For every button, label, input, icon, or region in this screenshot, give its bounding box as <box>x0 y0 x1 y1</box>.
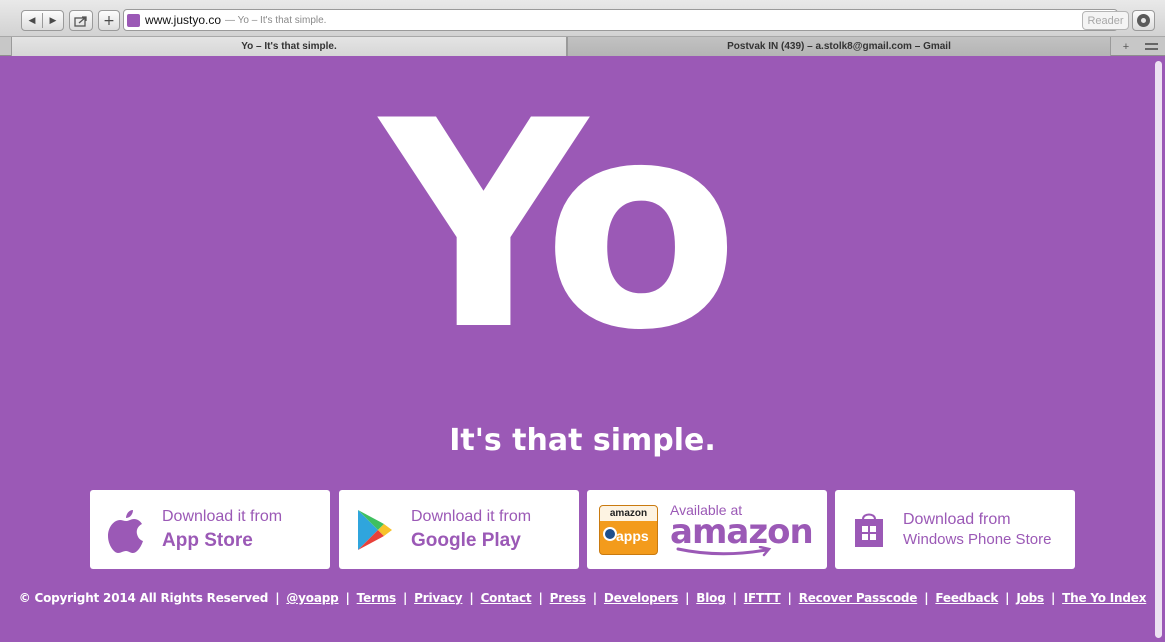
amazon-apps-bottom-text: apps <box>616 527 649 544</box>
amazon-badge[interactable]: amazon apps Available at amazon <box>587 490 827 569</box>
copyright-text: © Copyright 2014 All Rights Reserved <box>18 591 269 605</box>
badge-line2: amazon <box>670 511 814 552</box>
tab-gmail[interactable]: Postvak IN (439) – a.stolk8@gmail.com – … <box>567 37 1111 56</box>
footer-separator: | <box>275 591 280 605</box>
back-forward-buttons: ◀ ▶ <box>21 10 64 31</box>
footer-separator: | <box>1005 591 1010 605</box>
add-bookmark-button[interactable]: + <box>98 10 120 31</box>
new-tab-button[interactable]: + <box>1115 37 1137 56</box>
windows-phone-text: Download from Windows Phone Store <box>903 511 1051 548</box>
address-bar[interactable]: www.justyo.co — Yo – It's that simple. <box>123 9 1118 31</box>
share-button[interactable] <box>69 10 93 31</box>
footer: © Copyright 2014 All Rights Reserved | @… <box>0 591 1165 605</box>
footer-separator: | <box>345 591 350 605</box>
badge-line2: Google Play <box>411 529 521 551</box>
footer-link-press[interactable]: Press <box>550 591 586 605</box>
tagline: It's that simple. <box>449 423 716 458</box>
footer-link-ifttt[interactable]: IFTTT <box>744 591 781 605</box>
share-icon <box>74 15 87 27</box>
amazon-apps-box: amazon apps <box>599 504 658 555</box>
app-store-text: Download it from App Store <box>162 508 282 552</box>
reader-button[interactable]: Reader <box>1082 11 1129 30</box>
app-store-badge[interactable]: Download it from App Store <box>90 490 330 569</box>
footer-link-terms[interactable]: Terms <box>357 591 396 605</box>
footer-link-yoapp[interactable]: @yoapp <box>286 591 338 605</box>
badge-line1: Download it from <box>411 507 532 525</box>
windows-phone-badge[interactable]: Download from Windows Phone Store <box>835 490 1075 569</box>
url-page-title: — Yo – It's that simple. <box>225 14 327 26</box>
amazon-apps-icon: amazon apps <box>587 504 670 555</box>
footer-link-blog[interactable]: Blog <box>696 591 725 605</box>
footer-separator: | <box>1050 591 1056 605</box>
amazon-text: Available at amazon <box>670 502 814 558</box>
downloads-icon <box>1137 14 1150 27</box>
badge-line1: Download from <box>903 511 1011 528</box>
footer-link-developers[interactable]: Developers <box>604 591 678 605</box>
tab-yo[interactable]: Yo – It's that simple. <box>11 37 567 56</box>
google-play-text: Download it from Google Play <box>411 508 531 552</box>
url-host: www.justyo.co <box>145 13 222 27</box>
footer-separator: | <box>469 591 474 605</box>
footer-separator: | <box>924 591 929 605</box>
google-play-icon <box>339 508 411 552</box>
footer-link-contact[interactable]: Contact <box>481 591 532 605</box>
footer-link-recover-passcode[interactable]: Recover Passcode <box>799 591 918 605</box>
footer-separator: | <box>538 591 543 605</box>
tab-label: Yo – It's that simple. <box>241 41 337 52</box>
footer-link-feedback[interactable]: Feedback <box>935 591 998 605</box>
tab-overview-button[interactable] <box>1138 37 1165 56</box>
downloads-button[interactable] <box>1132 10 1155 31</box>
footer-separator: | <box>787 591 792 605</box>
footer-separator: | <box>732 591 737 605</box>
tab-label: Postvak IN (439) – a.stolk8@gmail.com – … <box>727 41 951 52</box>
scrollbar-thumb[interactable] <box>1155 61 1162 638</box>
vertical-scrollbar[interactable] <box>1151 57 1165 642</box>
footer-link-privacy[interactable]: Privacy <box>414 591 462 605</box>
browser-toolbar: ◀ ▶ + www.justyo.co — Yo – It's that sim… <box>0 0 1165 37</box>
footer-separator: | <box>402 591 408 605</box>
badge-line2: App Store <box>162 529 253 551</box>
google-play-badge[interactable]: Download it from Google Play <box>339 490 579 569</box>
amazon-apps-dot-icon <box>603 526 617 541</box>
site-favicon-icon <box>127 13 140 27</box>
badge-line2: Windows Phone Store <box>903 531 1052 548</box>
footer-link-jobs[interactable]: Jobs <box>1016 591 1044 605</box>
footer-separator: | <box>685 591 690 605</box>
tab-bar: Yo – It's that simple. Postvak IN (439) … <box>0 37 1165 56</box>
back-button[interactable]: ◀ <box>22 16 42 26</box>
yo-logo: Yo <box>380 61 739 393</box>
apple-icon <box>90 506 162 554</box>
forward-button[interactable]: ▶ <box>43 16 63 26</box>
footer-link-yo-index[interactable]: The Yo Index <box>1062 591 1146 605</box>
footer-separator: | <box>592 591 597 605</box>
windows-store-icon <box>835 511 903 549</box>
tab-overview-icon <box>1145 43 1158 50</box>
amazon-apps-top-text: amazon <box>600 505 657 521</box>
badge-line1: Download it from <box>162 507 283 525</box>
